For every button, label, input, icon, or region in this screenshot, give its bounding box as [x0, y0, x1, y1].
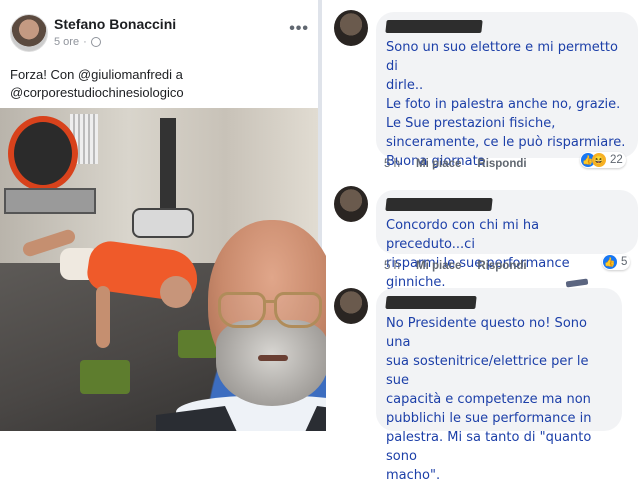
post-text: Forza! Con @giuliomanfredi a @corporestu…: [10, 67, 184, 100]
vibration-platform-post: [160, 118, 176, 210]
post-header: Stefano Bonaccini 5 ore · •••: [10, 14, 315, 58]
glasses-left-lens: [218, 292, 266, 328]
reply-link[interactable]: Rispondi: [477, 260, 526, 272]
glasses-right-lens: [274, 292, 322, 328]
comment-bubble: Sono un suo elettore e mi permetto di di…: [376, 12, 638, 169]
comment-bubble: Concordo con chi mi ha preceduto...ci ri…: [376, 190, 638, 290]
gym-machine: [8, 116, 78, 191]
more-options-icon[interactable]: •••: [289, 20, 309, 38]
like-reaction-icon: 👍: [603, 255, 617, 269]
globe-icon: [90, 37, 101, 47]
like-link[interactable]: Mi piace: [416, 158, 461, 170]
reply-link[interactable]: Rispondi: [477, 158, 526, 170]
reaction-count: 5: [621, 256, 628, 268]
post-meta: 5 ore ·: [54, 36, 101, 48]
commenter-name-redacted: [385, 198, 493, 211]
author-avatar[interactable]: [10, 14, 48, 52]
reaction-count: 22: [610, 154, 623, 166]
comment-time[interactable]: 5 h: [384, 260, 400, 272]
comments-panel: Sono un suo elettore e mi permetto di di…: [326, 0, 640, 483]
post-time[interactable]: 5 ore: [54, 36, 79, 48]
mouth: [258, 355, 288, 361]
commenter-avatar[interactable]: [334, 186, 368, 222]
beard: [216, 320, 328, 406]
post-author[interactable]: Stefano Bonaccini: [54, 16, 176, 32]
reaction-summary[interactable]: 👍 5: [602, 254, 631, 270]
comment-bubble: No Presidente questo no! Sono una sua so…: [376, 288, 622, 483]
pushup-block: [80, 360, 130, 394]
like-link[interactable]: Mi piace: [416, 260, 461, 272]
commenter-avatar[interactable]: [334, 10, 368, 46]
commenter-name-redacted: [385, 20, 483, 33]
comment-text: No Presidente questo no! Sono una sua so…: [386, 316, 592, 483]
comment-text: Concordo con chi mi ha preceduto...ci ri…: [386, 218, 570, 290]
commenter-name-redacted: [385, 296, 477, 309]
haha-reaction-icon: 😆: [592, 153, 606, 167]
glasses-bridge: [264, 300, 276, 303]
person-arm: [96, 286, 110, 348]
comment-actions: 5 h Mi piace Rispondi: [384, 158, 527, 170]
comment-time[interactable]: 5 h: [384, 158, 400, 170]
reaction-summary[interactable]: 👍 😆 22: [580, 152, 626, 168]
gym-machine-base: [4, 188, 96, 214]
commenter-avatar[interactable]: [334, 288, 368, 324]
comment-actions: 5 h Mi piace Rispondi: [384, 260, 527, 272]
